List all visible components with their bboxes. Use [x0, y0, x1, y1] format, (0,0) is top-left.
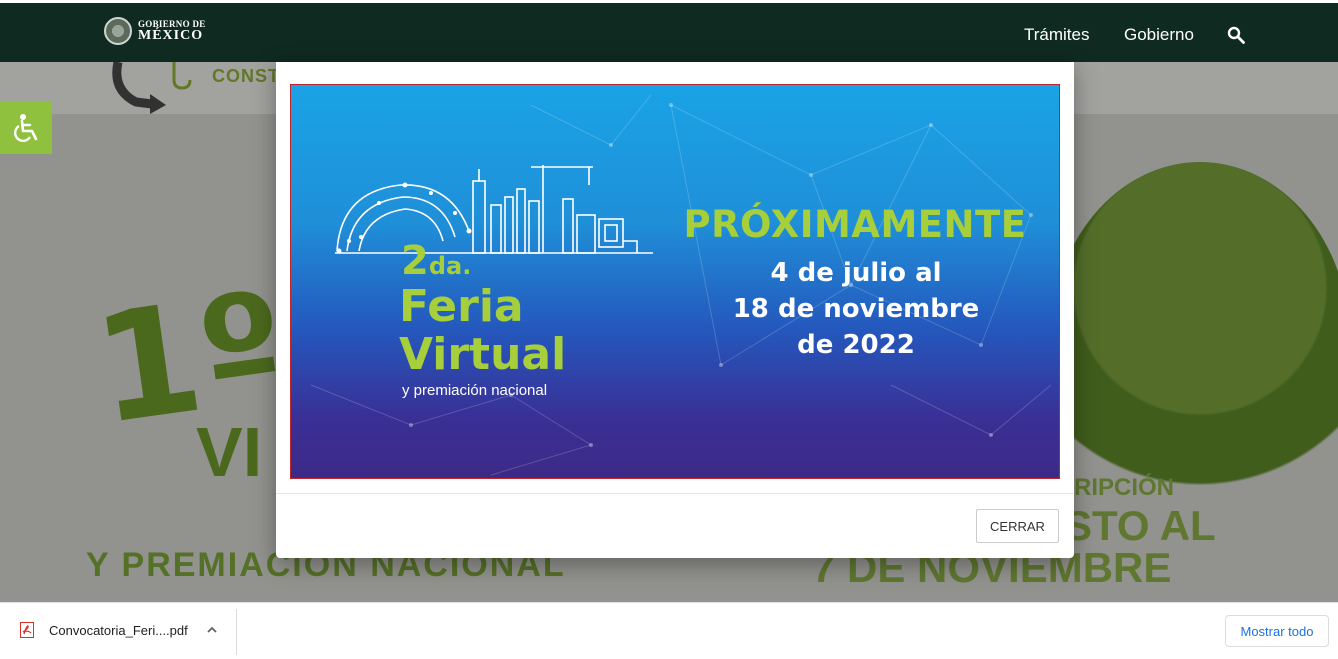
banner-title-virtual: Virtual: [399, 329, 567, 380]
banner-headline: PRÓXIMAMENTE: [683, 203, 1027, 246]
banner-ordinal: 2da.: [401, 241, 471, 281]
close-button[interactable]: CERRAR: [976, 509, 1059, 543]
banner-date-line3: de 2022: [797, 330, 915, 360]
gobierno-de-mexico-logo[interactable]: GOBIERNO DE MÉXICO: [104, 17, 206, 45]
announcement-modal: 2da. Feria Virtual y premiación nacional…: [276, 62, 1074, 558]
modal-footer-divider: [276, 493, 1074, 494]
pdf-file-icon: [20, 622, 34, 638]
show-all-button[interactable]: Mostrar todo: [1225, 615, 1329, 647]
chevron-up-icon[interactable]: [206, 624, 218, 636]
download-file-name: Convocatoria_Feri....pdf: [49, 623, 188, 638]
accessibility-button[interactable]: [0, 102, 52, 154]
top-navbar: GOBIERNO DE MÉXICO Trámites Gobierno: [0, 0, 1338, 62]
feria-virtual-banner: 2da. Feria Virtual y premiación nacional…: [290, 84, 1060, 479]
banner-subtitle: y premiación nacional: [402, 382, 548, 399]
logo-line2: MÉXICO: [138, 27, 204, 43]
banner-title-feria: Feria: [399, 281, 524, 332]
banner-ordinal-number: 2: [401, 238, 429, 284]
banner-ordinal-suffix: da.: [428, 252, 472, 280]
national-seal-icon: [104, 17, 132, 45]
search-icon[interactable]: [1227, 26, 1245, 44]
download-item[interactable]: Convocatoria_Feri....pdf: [0, 609, 237, 655]
wheelchair-icon: [14, 114, 38, 142]
banner-date-line1: 4 de julio al: [770, 258, 942, 288]
city-skyline-illustration: [335, 165, 653, 254]
nav-link-gobierno[interactable]: Gobierno: [1124, 25, 1194, 45]
logo-text: GOBIERNO DE MÉXICO: [138, 19, 206, 43]
nav-link-tramites[interactable]: Trámites: [1024, 25, 1090, 45]
download-bar: Convocatoria_Feri....pdf Mostrar todo: [0, 602, 1338, 659]
banner-date-line2: 18 de noviembre: [732, 294, 980, 324]
banner-dates: 4 de julio al 18 de noviembre de 2022: [701, 255, 1011, 363]
